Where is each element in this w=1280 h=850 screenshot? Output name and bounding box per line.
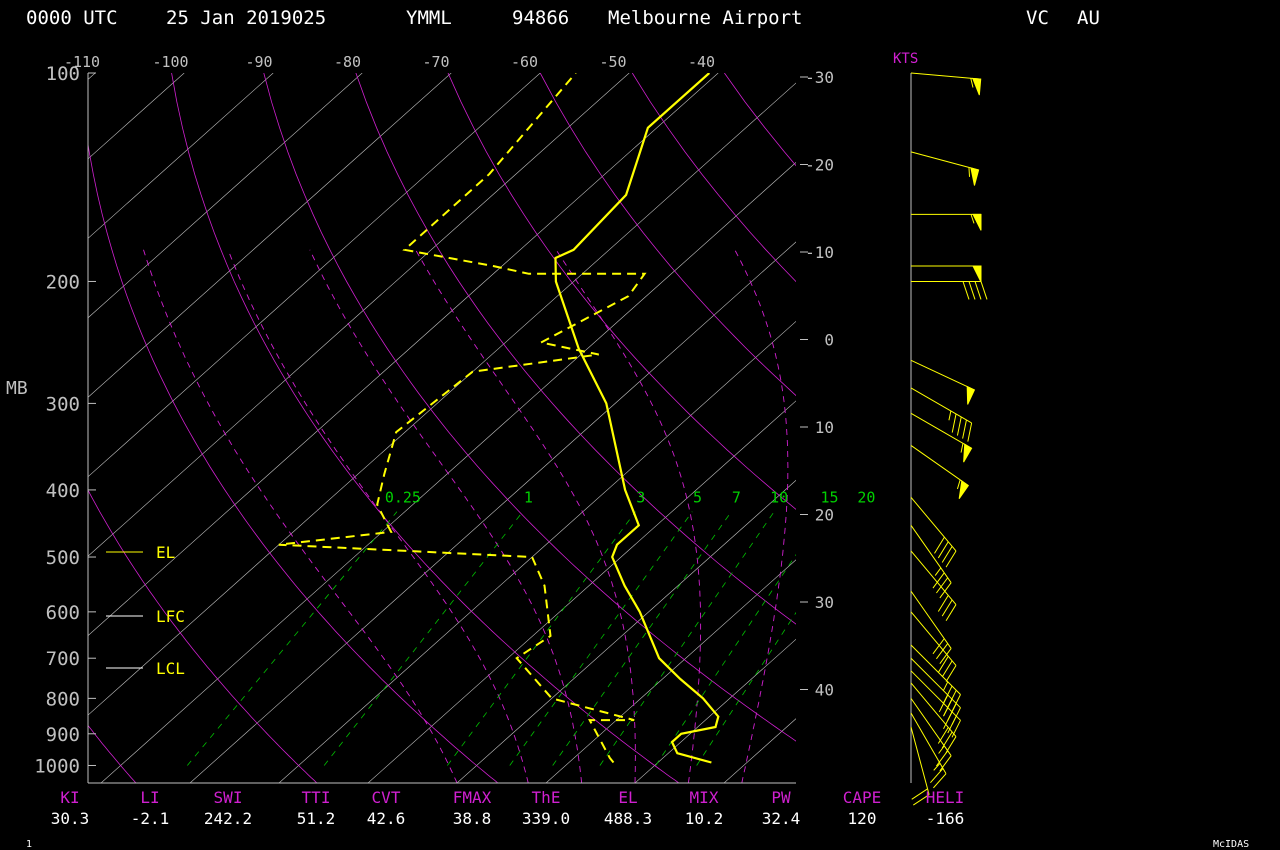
- pressure-tick-label: 800: [46, 688, 80, 710]
- mixing-ratio-label: 15: [820, 489, 838, 507]
- height-tick-label: 0: [824, 331, 834, 350]
- height-tick-label: -10: [805, 243, 834, 262]
- index-value: 42.6: [367, 809, 406, 828]
- index-value: -2.1: [131, 809, 170, 828]
- header-icao: YMML: [406, 7, 452, 29]
- index-label: PW: [771, 788, 791, 807]
- temperature-tick-label: -100: [152, 53, 188, 71]
- mixing-ratio-label: 0.25: [385, 489, 421, 507]
- index-label: ThE: [532, 788, 561, 807]
- index-label: EL: [618, 788, 637, 807]
- pressure-tick-label: 900: [46, 724, 80, 746]
- index-label: CAPE: [843, 788, 882, 807]
- temperature-tick-label: -90: [245, 53, 272, 71]
- level-label: EL: [156, 543, 175, 562]
- header-country: AU: [1077, 7, 1100, 29]
- index-label: SWI: [214, 788, 243, 807]
- index-value: 32.4: [762, 809, 801, 828]
- header-station: Melbourne Airport: [608, 7, 802, 29]
- index-value: 339.0: [522, 809, 570, 828]
- pressure-tick-label: 300: [46, 393, 80, 415]
- temperature-tick-label: -50: [599, 53, 626, 71]
- header-date: 25 Jan 2019025: [166, 7, 326, 29]
- temperature-tick-label: -110: [64, 53, 100, 71]
- index-label: HELI: [926, 788, 965, 807]
- index-value: 242.2: [204, 809, 252, 828]
- barb-half-flag: [968, 167, 971, 177]
- height-tick-label: -30: [805, 68, 834, 87]
- pressure-tick-label: 400: [46, 480, 80, 502]
- level-label: LFC: [156, 607, 185, 626]
- height-tick-label: -20: [805, 156, 834, 175]
- pressure-tick-label: 500: [46, 547, 80, 569]
- mixing-ratio-label: 10: [770, 489, 788, 507]
- temperature-tick-label: -80: [334, 53, 361, 71]
- index-value: 30.3: [51, 809, 90, 828]
- mixing-ratio-label: 7: [732, 489, 741, 507]
- index-value: 51.2: [297, 809, 336, 828]
- header-wmo-id: 94866: [512, 7, 569, 29]
- index-label: FMAX: [453, 788, 492, 807]
- pressure-tick-label: 700: [46, 648, 80, 670]
- height-tick-label: 30: [815, 593, 834, 612]
- index-label: TTI: [302, 788, 331, 807]
- height-tick-label: 10: [815, 418, 834, 437]
- index-label: MIX: [690, 788, 719, 807]
- mixing-ratio-label: 5: [693, 489, 702, 507]
- index-value: -166: [926, 809, 965, 828]
- level-label: LCL: [156, 659, 185, 678]
- index-value: 120: [848, 809, 877, 828]
- wind-unit-label: KTS: [893, 51, 918, 67]
- frame-number: 1: [26, 839, 32, 850]
- mixing-ratio-label: 3: [636, 489, 645, 507]
- mixing-ratio-label: 1: [524, 489, 533, 507]
- mcidas-brand: McIDAS: [1213, 839, 1249, 850]
- header-time: 0000 UTC: [26, 7, 118, 29]
- height-tick-label: 20: [815, 506, 834, 525]
- index-label: LI: [140, 788, 159, 807]
- y-axis-label: MB: [6, 378, 28, 399]
- pressure-tick-label: 1000: [34, 755, 80, 777]
- skew-t-sounding: 0000 UTC 25 Jan 2019025 YMML 94866 Melbo…: [0, 0, 1280, 850]
- index-value: 38.8: [453, 809, 492, 828]
- header-state: VC: [1026, 7, 1049, 29]
- temperature-tick-label: -70: [422, 53, 449, 71]
- pressure-tick-label: 200: [46, 271, 80, 293]
- index-label: CVT: [372, 788, 401, 807]
- mixing-ratio-label: 20: [857, 489, 875, 507]
- temperature-tick-label: -40: [688, 53, 715, 71]
- index-value: 10.2: [685, 809, 724, 828]
- index-value: 488.3: [604, 809, 652, 828]
- background: [0, 0, 1280, 850]
- temperature-tick-label: -60: [511, 53, 538, 71]
- pressure-tick-label: 600: [46, 602, 80, 624]
- height-tick-label: 40: [815, 681, 834, 700]
- index-label: KI: [60, 788, 79, 807]
